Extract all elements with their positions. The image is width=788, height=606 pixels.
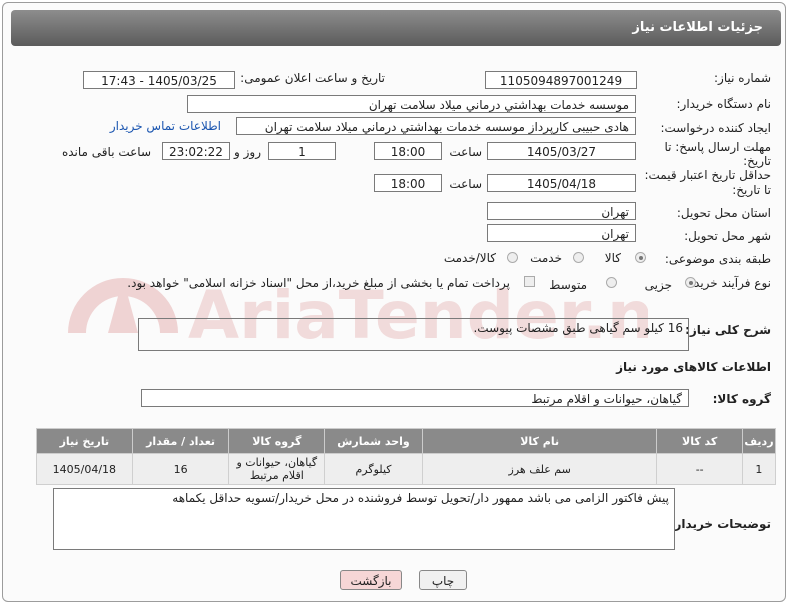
category-radio-service[interactable] <box>573 252 584 263</box>
category-option-goods-service: کالا/خدمت <box>443 251 496 265</box>
validity-date-field: 1405/04/18 <box>487 174 636 192</box>
validity-label-line1: حداقل تاریخ اعتبار قیمت: <box>644 168 771 182</box>
goods-info-title: اطلاعات کالاهای مورد نیاز <box>616 360 771 374</box>
col-header-goods-code: کد کالا <box>656 428 743 454</box>
description-textarea: 16 کیلو سم گیاهی طبق مشصات پیوست. <box>138 318 689 351</box>
validity-time-word: ساعت <box>449 177 482 191</box>
deadline-time-field: 18:00 <box>374 142 442 160</box>
process-radio-medium[interactable] <box>606 277 617 288</box>
col-header-quantity: تعداد / مقدار <box>131 428 230 454</box>
cell-goods-group: گیاهان، حیوانات و اقلام مرتبط <box>228 453 326 485</box>
category-radio-goods-service[interactable] <box>507 252 518 263</box>
process-label: نوع فرآیند خرید : <box>686 276 771 290</box>
col-header-unit: واحد شمارش <box>324 428 423 454</box>
province-label: استان محل تحویل: <box>676 206 771 220</box>
category-option-goods: کالا <box>604 251 621 265</box>
remaining-time-field: 23:02:22 <box>162 142 230 160</box>
need-details-panel: جزئیات اطلاعات نیاز AriaTender.net شماره… <box>2 2 786 602</box>
table-row: 1 -- سم علف هرز کیلوگرم گیاهان، حیوانات … <box>36 453 777 485</box>
city-field: تهران <box>487 224 636 242</box>
cell-need-date: 1405/04/18 <box>36 453 133 485</box>
contact-info-link[interactable]: اطلاعات تماس خریدار <box>110 119 221 133</box>
cell-row-number: 1 <box>741 453 777 485</box>
need-number-field: 1105094897001249 <box>485 71 637 89</box>
category-radio-goods[interactable] <box>635 252 646 263</box>
requester-field: هادی حبیبی کارپرداز موسسه خدمات بهداشتي … <box>236 117 636 135</box>
buyer-notes-label: توضیحات خریدار: <box>669 517 771 531</box>
process-option-medium: متوسط <box>549 278 587 292</box>
description-text: 16 کیلو سم گیاهی طبق مشصات پیوست. <box>473 321 683 335</box>
description-label: شرح کلی نیاز: <box>685 323 771 337</box>
back-button[interactable]: بازگشت <box>340 570 402 590</box>
deadline-date-field: 1405/03/27 <box>487 142 636 160</box>
validity-time-field: 18:00 <box>374 174 442 192</box>
buyer-org-field: موسسه خدمات بهداشتي درماني ميلاد سلامت ت… <box>187 95 636 113</box>
cell-quantity: 16 <box>131 453 230 485</box>
need-number-label: شماره نیاز: <box>714 71 771 85</box>
buyer-notes-text: پیش فاکتور الزامی می باشد ممهور دار/تحوی… <box>172 491 669 505</box>
province-field: تهران <box>487 202 636 220</box>
process-radio-minor[interactable] <box>685 277 696 288</box>
process-option-minor: جزیی <box>644 278 672 292</box>
remaining-word: ساعت باقی مانده <box>61 145 151 159</box>
deadline-time-word: ساعت <box>449 145 482 159</box>
cell-goods-code: -- <box>656 453 743 485</box>
requester-label: ایجاد کننده درخواست: <box>660 121 771 135</box>
items-table: ردیف کد کالا نام کالا واحد شمارش گروه کا… <box>36 428 777 485</box>
print-button[interactable]: چاپ <box>419 570 467 590</box>
col-header-goods-name: نام کالا <box>421 428 658 454</box>
buyer-notes-textarea: پیش فاکتور الزامی می باشد ممهور دار/تحوی… <box>53 488 675 550</box>
category-label: طبقه بندی موضوعی: <box>664 252 771 266</box>
goods-group-label: گروه کالا: <box>712 392 771 406</box>
announce-label: تاریخ و ساعت اعلان عمومی: <box>240 71 385 85</box>
deadline-label-line1: مهلت ارسال پاسخ: تا <box>664 140 771 154</box>
cell-goods-name: سم علف هرز <box>421 453 658 485</box>
days-word: روز و <box>234 145 261 159</box>
col-header-need-date: تاریخ نیاز <box>36 428 133 454</box>
announce-datetime-field: 1405/03/25 - 17:43 <box>83 71 235 89</box>
deadline-label-line2: تاریخ: <box>743 154 771 168</box>
treasury-checkbox[interactable] <box>524 276 535 287</box>
panel-title: جزئیات اطلاعات نیاز <box>632 20 763 35</box>
validity-label-line2: تا تاریخ: <box>732 183 771 197</box>
col-header-row-number: ردیف <box>741 428 777 454</box>
treasury-text: پرداخت تمام یا بخشی از مبلغ خرید،از محل … <box>127 276 510 290</box>
buyer-org-label: نام دستگاه خریدار: <box>676 97 772 111</box>
city-label: شهر محل تحویل: <box>684 229 771 243</box>
days-remaining-field: 1 <box>268 142 336 160</box>
goods-group-field: گیاهان، حیوانات و اقلام مرتبط <box>141 389 689 407</box>
col-header-goods-group: گروه کالا <box>228 428 326 454</box>
cell-unit: کیلوگرم <box>324 453 423 485</box>
category-option-service: خدمت <box>530 251 562 265</box>
items-table-header-row: ردیف کد کالا نام کالا واحد شمارش گروه کا… <box>36 428 777 454</box>
panel-header: جزئیات اطلاعات نیاز <box>11 10 781 46</box>
